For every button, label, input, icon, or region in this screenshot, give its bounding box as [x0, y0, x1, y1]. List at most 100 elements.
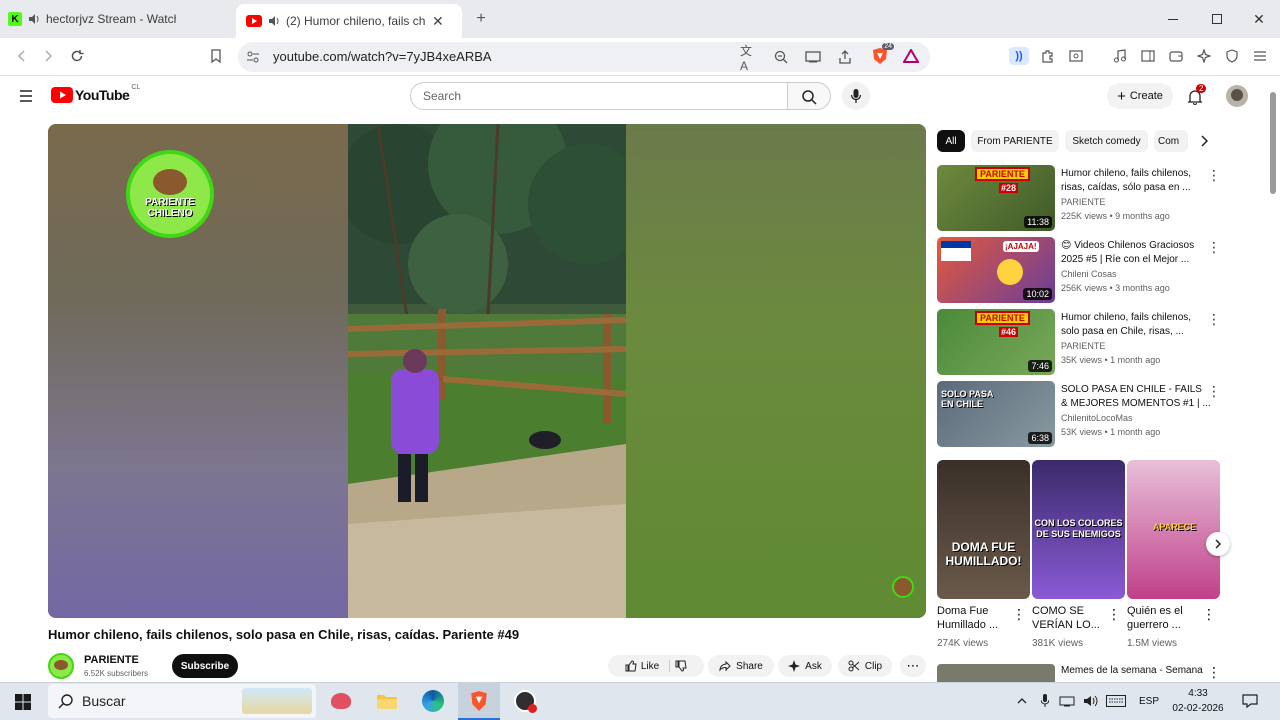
- microphone-icon[interactable]: [1038, 692, 1052, 710]
- more-options-icon[interactable]: ⋮: [1207, 311, 1221, 328]
- short-title[interactable]: COMO SE VERÍAN LO...: [1032, 604, 1112, 632]
- recommended-title[interactable]: 😊 Videos Chilenos Graciosos 2025 #5 | Rí…: [1061, 239, 1211, 267]
- close-window-icon[interactable]: ✕: [1248, 8, 1270, 30]
- translate-icon[interactable]: 文A: [740, 44, 758, 73]
- keyboard-icon[interactable]: [1104, 692, 1128, 710]
- clock[interactable]: 4:33 02-02-2026: [1168, 686, 1228, 716]
- chip-all[interactable]: All: [937, 130, 965, 152]
- recommended-channel[interactable]: ChilenitoLocoMas: [1061, 413, 1133, 423]
- forward-icon[interactable]: [38, 46, 58, 66]
- recommended-video[interactable]: PARIENTE #28 11:38 Humor chileno, fails …: [937, 165, 1237, 231]
- sidebar-icon[interactable]: [1138, 46, 1158, 66]
- video-thumbnail[interactable]: [937, 664, 1055, 682]
- more-options-icon[interactable]: ⋮: [1207, 664, 1221, 681]
- recommended-channel[interactable]: PARIENTE: [1061, 341, 1105, 351]
- like-button[interactable]: Like: [625, 660, 671, 672]
- wallet-connect-icon[interactable]: )): [1008, 46, 1030, 66]
- recommended-channel[interactable]: PARIENTE: [1061, 197, 1105, 207]
- recommended-video[interactable]: SOLO PASA EN CHILE 6:38 SOLO PASA EN CHI…: [937, 381, 1237, 447]
- video-player[interactable]: PARIENTE CHILENO: [48, 124, 926, 618]
- search-input[interactable]: Search: [410, 82, 788, 110]
- media-icon[interactable]: [1110, 46, 1130, 66]
- tab-hectorjvz[interactable]: K hectorjvz Stream - Watch Live on: [8, 4, 230, 34]
- clip-button[interactable]: Clip: [838, 655, 892, 677]
- chip-sketch-comedy[interactable]: Sketch comedy: [1065, 130, 1148, 152]
- brave-shields-icon[interactable]: 24: [870, 43, 894, 66]
- recommended-title[interactable]: SOLO PASA EN CHILE - FAILS & MEJORES MOM…: [1061, 383, 1211, 411]
- recommended-title[interactable]: Humor chileno, fails chilenos, solo pasa…: [1061, 311, 1211, 339]
- site-settings-icon[interactable]: [244, 47, 262, 67]
- windows-start-icon[interactable]: [12, 691, 34, 713]
- chip-comedy[interactable]: Com: [1154, 130, 1188, 152]
- chevron-up-icon[interactable]: [1014, 692, 1030, 710]
- short-thumbnail[interactable]: CON LOS COLORES DE SUS ENEMIGOS: [1032, 460, 1125, 599]
- hamburger-menu-icon[interactable]: [16, 86, 36, 106]
- language-indicator[interactable]: ESP: [1139, 696, 1159, 707]
- video-thumbnail[interactable]: PARIENTE #28 11:38: [937, 165, 1055, 231]
- short-thumbnail[interactable]: APARECE: [1127, 460, 1220, 599]
- reload-icon[interactable]: [66, 46, 88, 66]
- video-thumbnail[interactable]: PARIENTE #46 7:46: [937, 309, 1055, 375]
- network-icon[interactable]: [1058, 692, 1076, 710]
- new-tab-plus-icon[interactable]: +: [470, 8, 492, 30]
- notifications-center-icon[interactable]: [1240, 691, 1260, 711]
- more-options-icon[interactable]: ⋮: [1207, 383, 1221, 400]
- chevron-right-icon[interactable]: [1194, 131, 1214, 151]
- obs-studio-icon[interactable]: [512, 688, 538, 714]
- short-title[interactable]: Quién es el guerrero ...: [1127, 604, 1207, 632]
- more-options-icon[interactable]: ⋮: [1107, 606, 1121, 623]
- more-options-icon[interactable]: ⋮: [1207, 239, 1221, 256]
- video-thumbnail[interactable]: ¡AJAJA! 10:02: [937, 237, 1055, 303]
- edge-browser-icon[interactable]: [420, 688, 446, 714]
- tab-youtube-active[interactable]: (2) Humor chileno, fails chileno ✕: [236, 4, 462, 38]
- menu-icon[interactable]: [1250, 46, 1270, 66]
- avatar[interactable]: [1226, 85, 1248, 107]
- volume-icon[interactable]: [1082, 692, 1100, 710]
- chip-from-pariente[interactable]: From PARIENTE: [971, 130, 1059, 152]
- taskbar-search-box[interactable]: Buscar: [48, 684, 316, 718]
- recommended-title[interactable]: Humor chileno, fails chilenos, risas, ca…: [1061, 167, 1211, 195]
- screenshot-icon[interactable]: [1066, 46, 1086, 66]
- wallet-icon[interactable]: [1166, 46, 1186, 66]
- search-button[interactable]: [787, 82, 831, 110]
- brave-rewards-icon[interactable]: [901, 46, 921, 66]
- extensions-icon[interactable]: [1038, 46, 1058, 66]
- branding-watermark-icon[interactable]: [892, 576, 914, 598]
- short-thumbnail[interactable]: DOMA FUE HUMILLADO!: [937, 460, 1030, 599]
- subscribe-button[interactable]: Subscribe: [172, 654, 238, 678]
- more-options-icon[interactable]: ⋮: [1012, 606, 1026, 623]
- vpn-icon[interactable]: [1222, 46, 1242, 66]
- recommended-channel[interactable]: Chileni Cosas: [1061, 269, 1117, 279]
- share-page-icon[interactable]: [836, 47, 854, 67]
- short-title[interactable]: Doma Fue Humillado ...: [937, 604, 1017, 632]
- create-button[interactable]: + Create: [1107, 83, 1173, 109]
- channel-name[interactable]: PARIENTE: [84, 654, 139, 666]
- minimize-icon[interactable]: [1162, 8, 1184, 30]
- cast-icon[interactable]: [804, 47, 822, 67]
- recommended-video[interactable]: PARIENTE #46 7:46 Humor chileno, fails c…: [937, 309, 1237, 375]
- youtube-logo[interactable]: YouTube CL: [51, 84, 140, 103]
- notifications-button[interactable]: 2: [1184, 84, 1207, 108]
- share-button[interactable]: Share: [708, 655, 774, 677]
- file-explorer-icon[interactable]: [374, 688, 400, 714]
- back-icon[interactable]: [12, 46, 32, 66]
- scrollbar-thumb[interactable]: [1270, 92, 1276, 194]
- leo-ai-icon[interactable]: [1194, 46, 1214, 66]
- close-tab-icon[interactable]: ✕: [432, 13, 444, 30]
- url-text[interactable]: youtube.com/watch?v=7yJB4xeARBA: [273, 49, 492, 64]
- more-options-icon[interactable]: ⋮: [1207, 167, 1221, 184]
- brave-browser-icon[interactable]: [458, 683, 500, 720]
- more-options-icon[interactable]: ⋮: [1202, 606, 1216, 623]
- widget-app-icon[interactable]: [328, 688, 354, 714]
- dislike-button[interactable]: [675, 660, 687, 672]
- recommended-title[interactable]: Memes de la semana - Semana: [1061, 665, 1203, 676]
- shorts-next-button[interactable]: [1206, 532, 1230, 556]
- bookmark-icon[interactable]: [206, 46, 226, 66]
- ask-button[interactable]: Ask: [778, 655, 832, 677]
- video-thumbnail[interactable]: SOLO PASA EN CHILE 6:38: [937, 381, 1055, 447]
- channel-avatar[interactable]: [48, 653, 74, 679]
- recommended-video[interactable]: ¡AJAJA! 10:02 😊 Videos Chilenos Gracioso…: [937, 237, 1237, 303]
- zoom-icon[interactable]: [772, 47, 790, 67]
- more-actions-button[interactable]: ⋯: [900, 655, 926, 677]
- voice-search-button[interactable]: [842, 82, 870, 110]
